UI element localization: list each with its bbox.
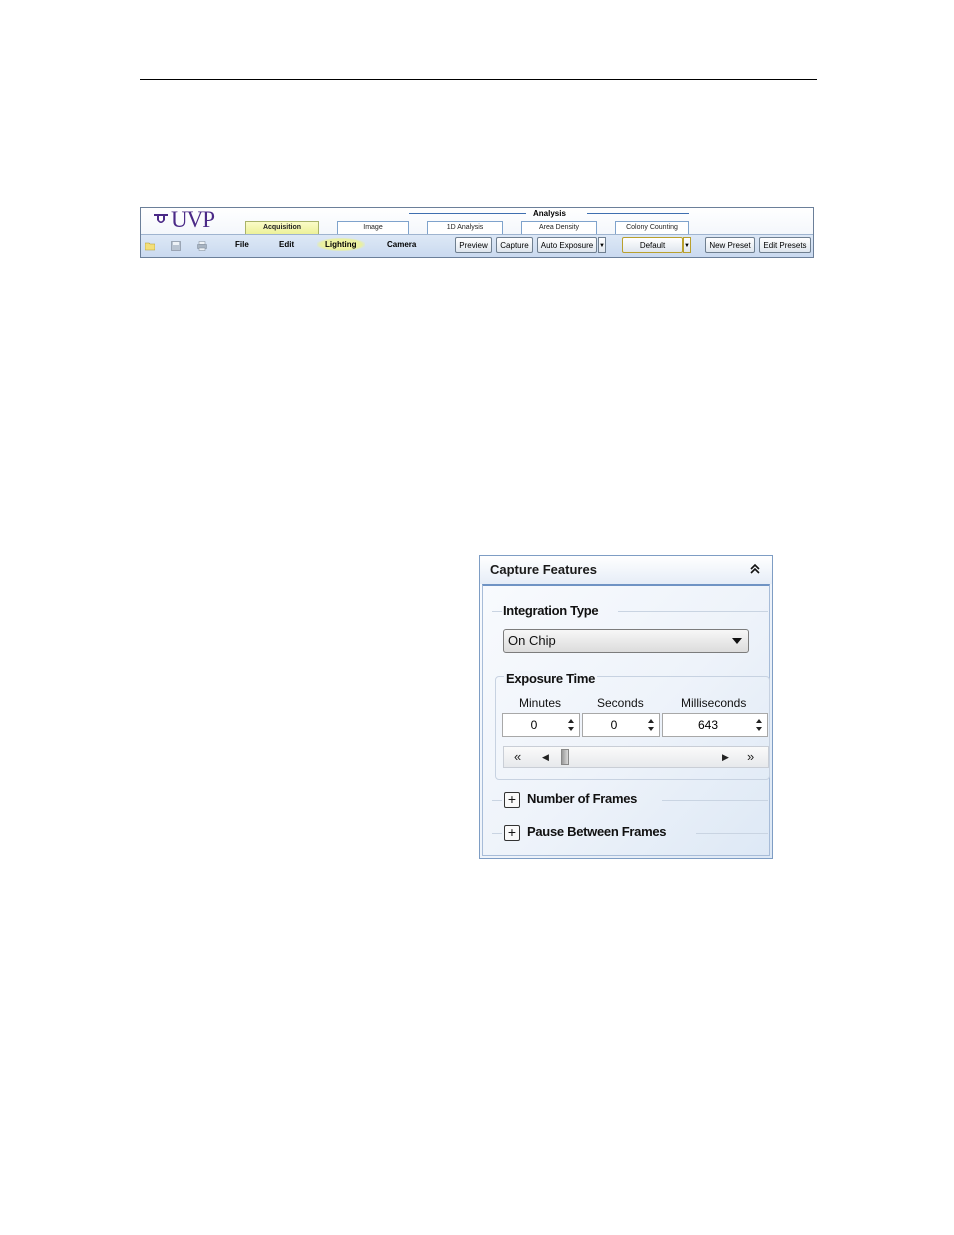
menu-lighting[interactable]: Lighting	[317, 238, 365, 251]
menu-edit[interactable]: Edit	[279, 240, 294, 249]
print-icon[interactable]	[197, 241, 207, 251]
header-rule	[140, 79, 817, 80]
panel-header[interactable]: Capture Features	[480, 556, 772, 584]
edit-presets-button[interactable]: Edit Presets	[759, 237, 811, 253]
milliseconds-spin-buttons[interactable]	[751, 714, 767, 736]
tab-acquisition-label: Acquisition	[262, 224, 302, 231]
auto-exposure-dropdown[interactable]: ▼	[598, 237, 606, 253]
arrow-down-icon[interactable]	[648, 727, 654, 731]
arrow-up-icon[interactable]	[756, 719, 762, 723]
arrow-up-icon[interactable]	[648, 719, 654, 723]
pause-between-frames-title[interactable]: Pause Between Frames	[527, 824, 667, 839]
new-preset-button[interactable]: New Preset	[705, 237, 755, 253]
expand-frames-plus-icon[interactable]: +	[504, 792, 520, 808]
capture-button[interactable]: Capture	[496, 237, 533, 253]
section-divider	[492, 833, 502, 834]
tab-colony-counting-label: Colony Counting	[626, 224, 678, 231]
minutes-stepper[interactable]: 0	[502, 713, 580, 737]
tab-image-label: Image	[363, 224, 383, 231]
section-divider	[492, 800, 502, 801]
preset-select[interactable]: Default	[622, 237, 683, 253]
chevron-down-icon: ▼	[684, 243, 690, 249]
save-disk-icon[interactable]	[171, 241, 181, 251]
tab-1d-analysis[interactable]: 1D Analysis	[427, 221, 503, 234]
seconds-value: 0	[610, 718, 618, 732]
ribbon-tab-strip: UVP Analysis Acquisition Image 1D Analys…	[141, 208, 813, 234]
section-divider	[492, 611, 502, 612]
arrow-down-icon[interactable]	[756, 727, 762, 731]
section-divider	[696, 833, 768, 834]
menu-camera[interactable]: Camera	[387, 240, 416, 249]
number-of-frames-title[interactable]: Number of Frames	[527, 791, 637, 806]
seconds-spin-buttons[interactable]	[643, 714, 659, 736]
tab-acquisition[interactable]: Acquisition	[245, 221, 319, 234]
auto-exposure-button[interactable]: Auto Exposure	[537, 237, 597, 253]
milliseconds-label: Milliseconds	[681, 696, 747, 710]
chevron-down-icon: ▼	[599, 243, 605, 249]
seconds-label: Seconds	[597, 696, 644, 710]
double-chevron-right-icon[interactable]: »	[747, 750, 754, 764]
logo-text: UVP	[171, 207, 215, 232]
double-chevron-left-icon[interactable]: «	[514, 750, 521, 764]
capture-features-panel: Capture Features Integration Type On Chi…	[479, 555, 773, 859]
preview-button[interactable]: Preview	[455, 237, 492, 253]
exposure-time-title: Exposure Time	[504, 671, 598, 686]
milliseconds-value: 643	[697, 718, 719, 732]
arrow-left-icon[interactable]: ◀	[542, 750, 549, 764]
exposure-slider[interactable]: « ◀ ▶ »	[503, 746, 769, 768]
tab-area-density[interactable]: Area Density	[521, 221, 597, 234]
expand-pause-plus-icon[interactable]: +	[504, 825, 520, 841]
tab-1d-analysis-label: 1D Analysis	[446, 224, 484, 231]
preset-dropdown[interactable]: ▼	[683, 237, 691, 253]
minutes-spin-buttons[interactable]	[563, 714, 579, 736]
chevron-down-icon	[732, 638, 742, 644]
analysis-group-label: Analysis	[533, 209, 566, 218]
milliseconds-stepper[interactable]: 643	[662, 713, 768, 737]
minutes-label: Minutes	[519, 696, 562, 710]
uvp-logo: UVP	[153, 207, 215, 232]
arrow-up-icon[interactable]	[568, 719, 574, 723]
integration-type-title: Integration Type	[503, 603, 599, 618]
section-divider	[662, 800, 768, 801]
tab-image[interactable]: Image	[337, 221, 409, 234]
panel-title: Capture Features	[490, 562, 597, 577]
double-chevron-up-icon[interactable]	[750, 563, 760, 577]
tab-colony-counting[interactable]: Colony Counting	[615, 221, 689, 234]
arrow-right-icon[interactable]: ▶	[722, 750, 729, 764]
seconds-stepper[interactable]: 0	[582, 713, 660, 737]
analysis-line-right	[587, 213, 689, 214]
analysis-line-left	[409, 213, 526, 214]
uvp-logo-icon	[154, 214, 168, 223]
open-folder-icon[interactable]	[145, 241, 155, 251]
section-divider	[618, 611, 768, 612]
collapse-glyph	[750, 563, 760, 574]
tab-area-density-label: Area Density	[538, 224, 580, 231]
integration-type-select[interactable]: On Chip	[503, 629, 749, 653]
menu-file[interactable]: File	[235, 240, 249, 249]
minutes-value: 0	[530, 718, 538, 732]
integration-type-value: On Chip	[508, 633, 556, 648]
arrow-down-icon[interactable]	[568, 727, 574, 731]
slider-thumb[interactable]	[561, 749, 570, 765]
ribbon-toolbar: UVP Analysis Acquisition Image 1D Analys…	[140, 207, 814, 258]
